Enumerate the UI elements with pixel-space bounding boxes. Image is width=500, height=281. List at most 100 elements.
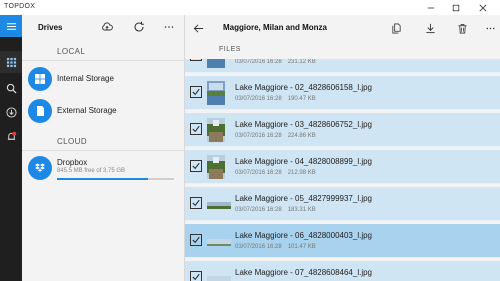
file-row[interactable]: Lake Maggiore - 05_4827999937_l.jpg 03/07…	[185, 187, 500, 221]
more-options-button[interactable]	[481, 19, 499, 37]
file-size: 224.86 KB	[287, 133, 316, 139]
windows-logo-icon	[28, 67, 52, 91]
file-thumbnail	[207, 155, 225, 179]
file-meta: 03/07/2016 16:28 231.12 KB	[235, 59, 316, 65]
file-name: Lake Maggiore - 02_4828606158_l.jpg	[235, 83, 372, 92]
checkmark-icon	[192, 88, 200, 96]
copy-button[interactable]	[387, 19, 405, 37]
file-date: 03/07/2016 16:28	[235, 59, 282, 65]
minimize-icon	[427, 7, 435, 8]
files-panel: Maggiore, Milan and Monza FILES 03/07/20…	[185, 15, 500, 281]
file-meta: 03/07/2016 16:28 190.47 KB	[235, 96, 316, 102]
drives-title: Drives	[38, 23, 63, 32]
rail-item-notifications[interactable]	[0, 125, 22, 147]
download-button[interactable]	[421, 19, 439, 37]
maximize-button[interactable]	[445, 0, 467, 15]
checkmark-icon	[192, 273, 200, 281]
search-icon	[6, 83, 17, 94]
drive-item-internal-storage[interactable]: Internal Storage	[22, 65, 185, 93]
minimize-button[interactable]	[420, 0, 442, 15]
rail-item-downloads[interactable]	[0, 101, 22, 123]
file-checkbox[interactable]	[190, 86, 202, 98]
file-checkbox[interactable]	[190, 197, 202, 209]
hamburger-icon	[6, 22, 16, 30]
file-size: 190.47 KB	[287, 96, 316, 102]
divider	[22, 150, 185, 151]
folder-title: Maggiore, Milan and Monza	[223, 23, 328, 32]
file-row[interactable]: Lake Maggiore - 07_4828608464_l.jpg03/07…	[185, 261, 500, 281]
cloud-section-label: CLOUD	[57, 137, 88, 146]
drive-name: Internal Storage	[57, 74, 114, 83]
close-button[interactable]	[472, 0, 494, 15]
rail-item-search[interactable]	[0, 77, 22, 99]
download-icon	[425, 23, 435, 33]
trash-icon	[457, 23, 467, 33]
nav-rail	[0, 15, 22, 281]
download-circle-icon	[5, 106, 17, 118]
file-checkbox[interactable]	[190, 123, 202, 135]
file-checkbox[interactable]	[190, 234, 202, 246]
file-thumbnail	[207, 81, 225, 105]
dropbox-icon	[28, 156, 52, 180]
files-section-label: FILES	[219, 46, 241, 53]
file-date: 03/07/2016 16:28	[235, 133, 282, 139]
file-name: Lake Maggiore - 04_4828008899_l.jpg	[235, 157, 372, 166]
drive-item-external-storage[interactable]: External Storage	[22, 97, 185, 125]
drive-quota-text: 845.5 MB free of 3.75 GB	[57, 168, 126, 174]
file-row[interactable]: Lake Maggiore - 06_4828000403_l.jpg 03/07…	[185, 224, 500, 258]
file-list: 03/07/2016 16:28 231.12 KB Lake Maggiore -…	[185, 59, 500, 281]
drive-item-dropbox[interactable]: Dropbox 845.5 MB free of 3.75 GB	[22, 154, 185, 188]
back-button[interactable]	[189, 19, 207, 37]
file-checkbox[interactable]	[190, 59, 202, 61]
checkmark-icon	[192, 162, 200, 170]
checkmark-icon	[192, 125, 200, 133]
file-thumbnail	[207, 59, 225, 68]
divider	[22, 60, 185, 61]
grid-icon	[6, 57, 16, 67]
copy-icon	[391, 23, 401, 33]
title-bar: TOPDOX	[0, 0, 500, 15]
files-header: Maggiore, Milan and Monza	[185, 15, 500, 41]
file-date: 03/07/2016 16:28	[235, 207, 282, 213]
checkmark-icon	[192, 236, 200, 244]
app-title: TOPDOX	[4, 3, 36, 10]
file-date: 03/07/2016 16:28	[235, 244, 282, 250]
refresh-icon	[134, 21, 144, 32]
sd-card-icon	[28, 99, 52, 123]
close-icon	[479, 4, 487, 11]
drives-panel: Drives LOCAL Internal Storage External S…	[22, 15, 185, 281]
file-size: 231.12 KB	[287, 59, 316, 65]
file-meta: 03/07/2016 16:28 212.98 KB	[235, 170, 316, 176]
cloud-upload-button[interactable]	[98, 18, 116, 36]
file-row[interactable]: Lake Maggiore - 03_4828606752_l.jpg 03/07…	[185, 113, 500, 147]
file-row[interactable]: Lake Maggiore - 04_4828008899_l.jpg 03/07…	[185, 150, 500, 184]
delete-button[interactable]	[453, 19, 471, 37]
notification-bell-icon	[7, 131, 16, 140]
file-size: 183.31 KB	[287, 207, 316, 213]
file-size: 212.98 KB	[287, 170, 316, 176]
file-row[interactable]: Lake Maggiore - 02_4828606158_l.jpg 03/07…	[185, 76, 500, 110]
file-meta: 03/07/2016 16:28 224.86 KB	[235, 133, 316, 139]
file-name: Lake Maggiore - 07_4828608464_l.jpg	[235, 268, 372, 277]
back-arrow-icon	[193, 24, 203, 32]
drive-name: External Storage	[57, 106, 117, 115]
file-date: 03/07/2016 16:28	[235, 96, 282, 102]
refresh-button[interactable]	[130, 18, 148, 36]
file-thumbnail	[207, 236, 231, 246]
checkmark-icon	[192, 199, 200, 207]
file-checkbox[interactable]	[190, 160, 202, 172]
hamburger-menu-button[interactable]	[0, 15, 22, 37]
file-row[interactable]: 03/07/2016 16:28 231.12 KB	[185, 59, 500, 73]
file-checkbox[interactable]	[190, 271, 202, 281]
more-horizontal-icon	[164, 26, 174, 28]
more-options-button[interactable]	[160, 18, 178, 36]
file-meta: 03/07/2016 16:28 101.47 KB	[235, 244, 316, 250]
rail-item-drives[interactable]	[0, 51, 22, 73]
file-thumbnail	[207, 199, 231, 209]
file-thumbnail	[207, 118, 225, 142]
file-size: 101.47 KB	[287, 244, 316, 250]
cloud-upload-icon	[102, 22, 113, 31]
quota-bar-fill	[57, 178, 149, 180]
file-meta: 03/07/2016 16:28 183.31 KB	[235, 207, 316, 213]
more-horizontal-icon	[486, 27, 494, 29]
